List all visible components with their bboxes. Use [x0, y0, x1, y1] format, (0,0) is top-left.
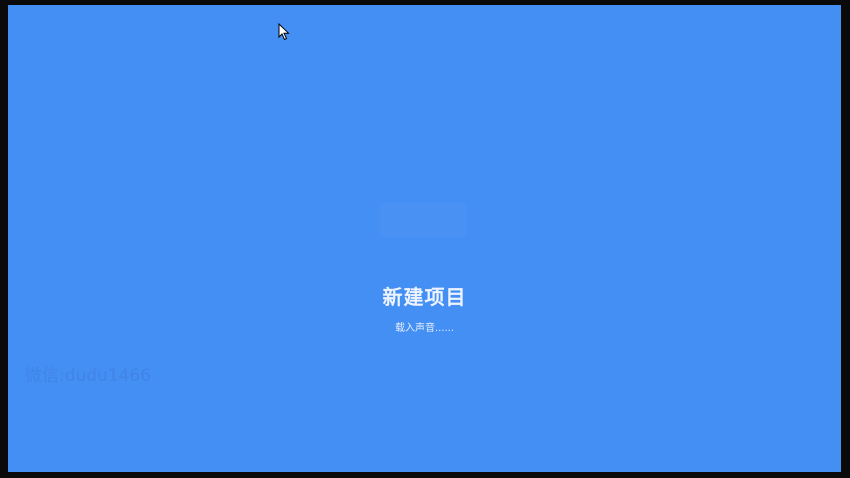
splash-title: 新建项目	[382, 285, 467, 309]
loading-status-text: 载入声音......	[394, 323, 455, 334]
mouse-pointer-icon	[278, 23, 290, 41]
splash-screen: 新建项目 载入声音...... 微信:dudu1466	[8, 5, 841, 472]
watermark: 微信:dudu1466	[25, 366, 152, 386]
app-logo-placeholder	[380, 203, 466, 237]
